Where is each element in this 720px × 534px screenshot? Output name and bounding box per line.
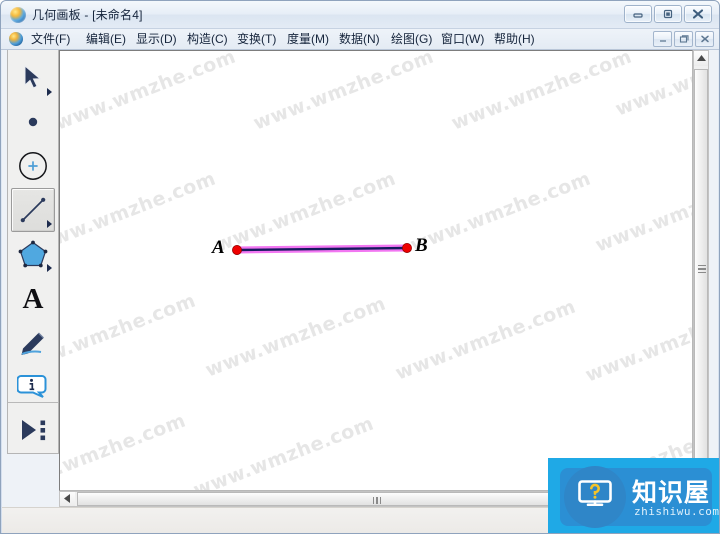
minimize-button[interactable] — [624, 5, 652, 23]
close-button[interactable] — [684, 5, 712, 23]
scroll-up-button[interactable] — [694, 51, 708, 66]
menu-graph[interactable]: 绘图(G) — [389, 31, 434, 47]
toolbox-divider — [8, 402, 58, 403]
custom-tool[interactable] — [11, 408, 55, 452]
menu-file[interactable]: 文件(F) — [29, 31, 72, 47]
arrow-select-tool[interactable] — [11, 56, 55, 100]
monitor-question-icon — [578, 480, 612, 506]
chevron-right-icon[interactable] — [47, 88, 52, 96]
mdi-restore-button[interactable] — [674, 31, 693, 47]
chevron-right-icon[interactable] — [47, 220, 52, 228]
menu-transform[interactable]: 变换(T) — [235, 31, 278, 47]
point-b — [402, 243, 412, 253]
title-bar: 几何画板 - [未命名4] — [1, 1, 719, 29]
point-a — [232, 245, 242, 255]
marker-tool[interactable] — [11, 320, 55, 364]
window-title: 几何画板 - [未命名4] — [32, 8, 143, 22]
vertical-scrollbar[interactable] — [693, 50, 709, 491]
application-window: 几何画板 - [未命名4] 文件(F) 编辑(E) 显示(D) 构造(C) 变换… — [0, 0, 720, 534]
menu-number[interactable]: 数据(N) — [337, 31, 382, 47]
point-b-label[interactable]: B — [415, 235, 428, 257]
menu-bar: 文件(F) 编辑(E) 显示(D) 构造(C) 变换(T) 度量(M) 数据(N… — [1, 29, 719, 50]
menu-display[interactable]: 显示(D) — [134, 31, 179, 47]
chevron-right-icon[interactable] — [47, 264, 52, 272]
drawing-canvas[interactable]: www.wmzhe.com www.wmzhe.com www.wmzhe.co… — [59, 50, 693, 491]
menu-measure[interactable]: 度量(M) — [285, 31, 331, 47]
geometry-layer[interactable] — [60, 51, 693, 491]
point-tool[interactable] — [11, 100, 55, 144]
text-tool[interactable]: A — [11, 276, 55, 320]
work-area: A www.wmzhe.com www.wmzhe.com www.wmzhe.… — [2, 50, 718, 507]
straightedge-tool[interactable] — [11, 188, 55, 232]
mdi-minimize-button[interactable] — [653, 31, 672, 47]
logo-domain-text: zhishiwu.com — [634, 505, 720, 518]
site-logo-watermark: 知识屋 zhishiwu.com — [548, 458, 719, 533]
svg-text:A: A — [23, 283, 44, 313]
toolbox: A — [7, 50, 59, 454]
scroll-left-button[interactable] — [60, 492, 75, 506]
maximize-button[interactable] — [654, 5, 682, 23]
mdi-close-button[interactable] — [695, 31, 714, 47]
menu-edit[interactable]: 编辑(E) — [84, 31, 128, 47]
point-a-label[interactable]: A — [212, 237, 225, 259]
vertical-scroll-thumb[interactable] — [694, 69, 708, 469]
compass-tool[interactable] — [11, 144, 55, 188]
logo-panel: 知识屋 zhishiwu.com — [560, 466, 719, 528]
polygon-tool[interactable] — [11, 232, 55, 276]
menu-construct[interactable]: 构造(C) — [185, 31, 230, 47]
document-icon[interactable] — [9, 32, 23, 46]
globe-icon — [10, 7, 26, 23]
menu-help[interactable]: 帮助(H) — [492, 31, 537, 47]
logo-chinese-text: 知识屋 — [632, 478, 711, 507]
menu-window[interactable]: 窗口(W) — [439, 31, 486, 47]
